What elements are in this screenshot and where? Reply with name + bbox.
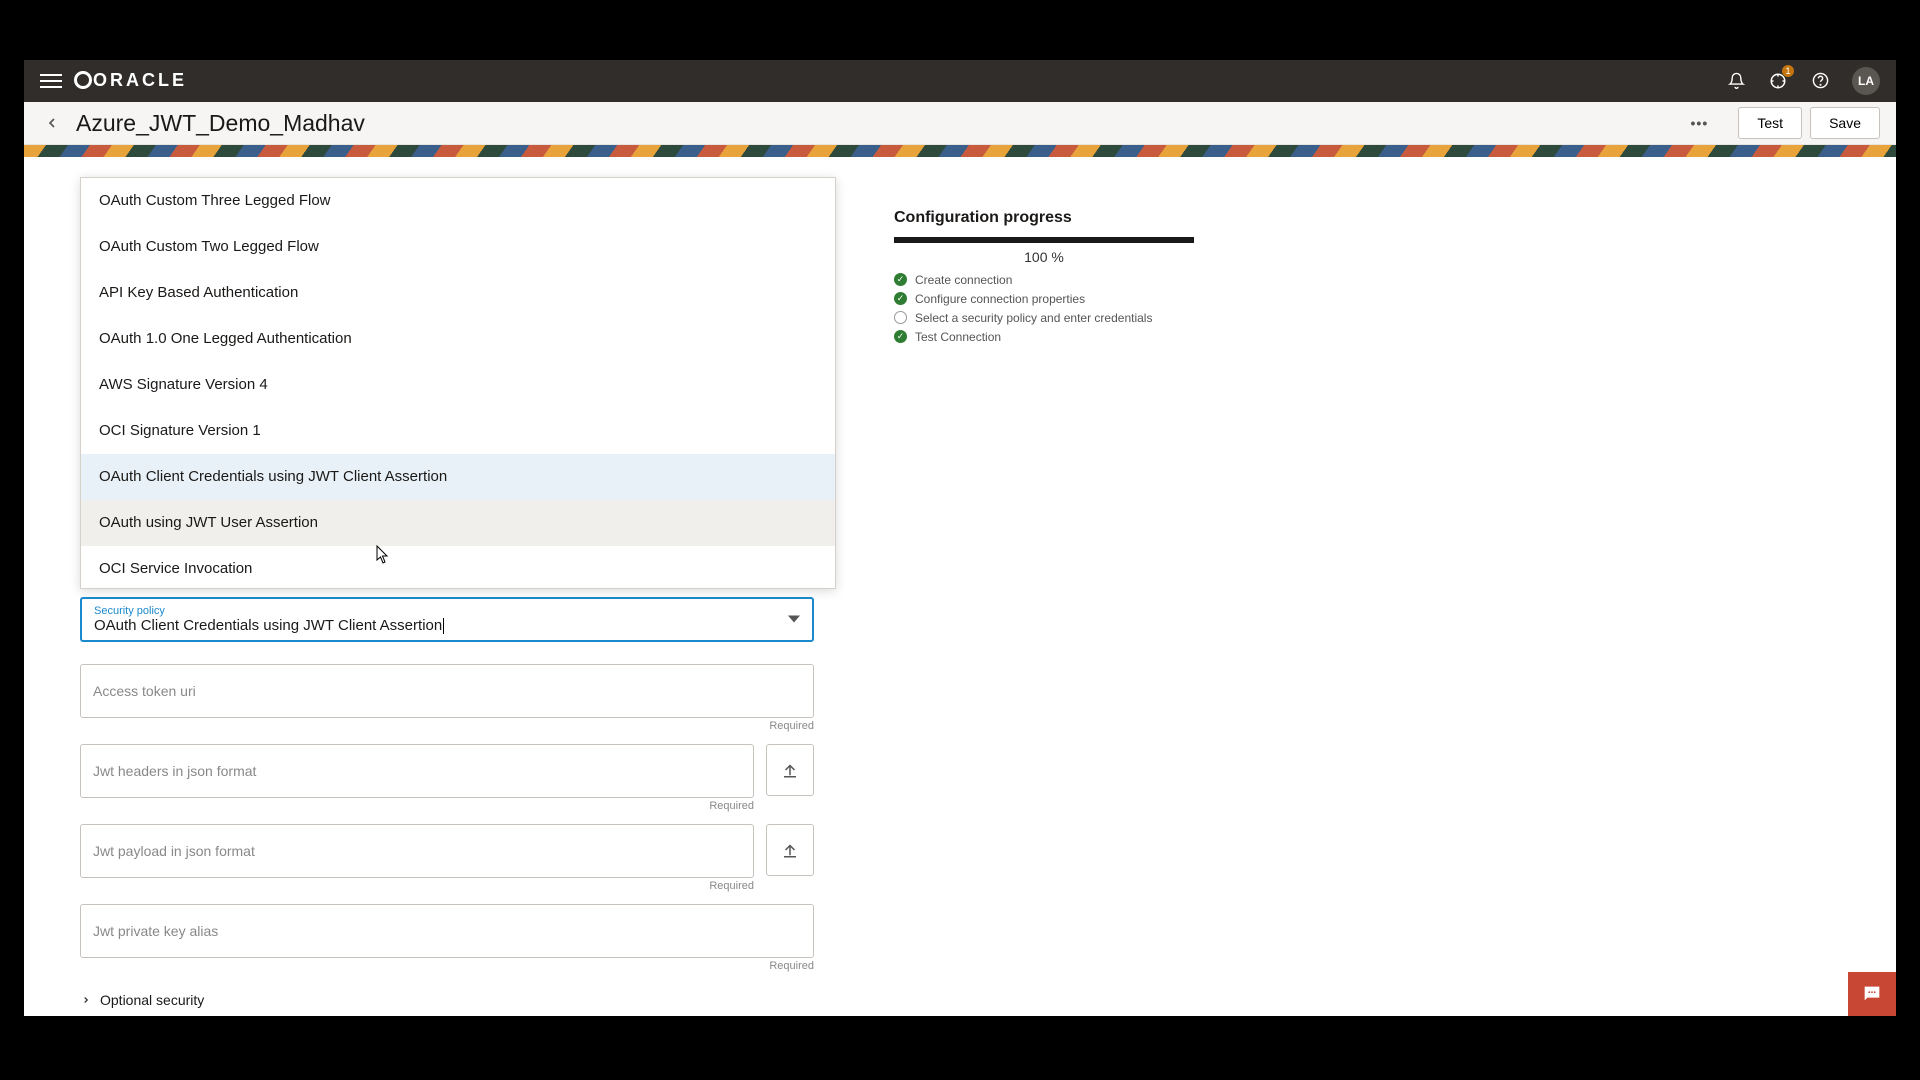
dropdown-option[interactable]: OAuth Custom Three Legged Flow xyxy=(81,178,835,224)
progress-steps-list: ✓ Create connection ✓ Configure connection … xyxy=(894,273,1194,344)
menu-icon[interactable] xyxy=(40,70,62,92)
progress-step-label: Create connection xyxy=(915,273,1012,287)
dropdown-option[interactable]: OAuth Client Credentials using JWT Clien… xyxy=(81,454,835,500)
dropdown-option[interactable]: OCI Service Invocation xyxy=(81,546,835,589)
more-actions-button[interactable]: ••• xyxy=(1684,108,1714,138)
dropdown-option[interactable]: AWS Signature Version 4 xyxy=(81,362,835,408)
progress-step: ✓ Configure connection properties xyxy=(894,292,1194,306)
avatar[interactable]: LA xyxy=(1852,67,1880,95)
optional-security-label: Optional security xyxy=(100,992,204,1008)
optional-security-toggle[interactable]: Optional security xyxy=(80,984,814,1016)
brand-logo: ORACLE xyxy=(74,70,187,91)
dropdown-option[interactable]: OAuth 1.0 One Legged Authentication xyxy=(81,316,835,362)
check-icon: ✓ xyxy=(894,330,907,343)
badge: 1 xyxy=(1782,65,1794,77)
progress-step: ✓ Create connection xyxy=(894,273,1194,287)
chevron-right-icon xyxy=(80,994,92,1006)
required-label: Required xyxy=(80,960,814,972)
circle-icon xyxy=(894,311,907,324)
page-title: Azure_JWT_Demo_Madhav xyxy=(76,110,365,137)
chevron-down-icon xyxy=(788,616,800,623)
sub-header: Azure_JWT_Demo_Madhav ••• Test Save xyxy=(24,102,1896,146)
dropdown-option[interactable]: OAuth using JWT User Assertion xyxy=(81,500,835,546)
progress-title: Configuration progress xyxy=(894,209,1194,227)
notifications-icon[interactable] xyxy=(1726,71,1746,91)
jwt-private-key-input[interactable]: Jwt private key alias xyxy=(80,904,814,958)
security-policy-value: OAuth Client Credentials using JWT Clien… xyxy=(94,617,776,634)
brand-text: ORACLE xyxy=(93,70,187,90)
progress-step-label: Select a security policy and enter crede… xyxy=(915,311,1152,325)
test-button[interactable]: Test xyxy=(1738,107,1802,139)
save-button[interactable]: Save xyxy=(1810,107,1880,139)
help-icon[interactable] xyxy=(1810,71,1830,91)
check-icon: ✓ xyxy=(894,292,907,305)
security-policy-dropdown-list[interactable]: OAuth Custom Three Legged FlowOAuth Cust… xyxy=(80,177,836,589)
progress-step: Select a security policy and enter crede… xyxy=(894,311,1194,325)
jwt-headers-input[interactable]: Jwt headers in json format xyxy=(80,744,754,798)
decorative-stripe xyxy=(24,145,1896,157)
dropdown-option[interactable]: OAuth Custom Two Legged Flow xyxy=(81,224,835,270)
check-icon: ✓ xyxy=(894,273,907,286)
access-token-uri-input[interactable]: Access token uri xyxy=(80,664,814,718)
progress-percent: 100 % xyxy=(894,249,1194,265)
upload-jwt-payload-button[interactable] xyxy=(766,824,814,876)
dropdown-option[interactable]: API Key Based Authentication xyxy=(81,270,835,316)
progress-step: ✓ Test Connection xyxy=(894,330,1194,344)
security-policy-label: Security policy xyxy=(94,605,776,617)
dropdown-option[interactable]: OCI Signature Version 1 xyxy=(81,408,835,454)
progress-bar xyxy=(894,237,1194,243)
upload-jwt-headers-button[interactable] xyxy=(766,744,814,796)
progress-step-label: Configure connection properties xyxy=(915,292,1085,306)
required-label: Required xyxy=(80,800,754,812)
required-label: Required xyxy=(80,720,814,732)
chat-button[interactable] xyxy=(1848,972,1896,1016)
back-button[interactable] xyxy=(40,111,64,135)
announcements-icon[interactable]: 1 xyxy=(1768,71,1788,91)
security-policy-select[interactable]: Security policy OAuth Client Credentials… xyxy=(80,597,814,642)
progress-step-label: Test Connection xyxy=(915,330,1001,344)
jwt-payload-input[interactable]: Jwt payload in json format xyxy=(80,824,754,878)
required-label: Required xyxy=(80,880,754,892)
top-bar: ORACLE 1 LA xyxy=(24,60,1896,102)
